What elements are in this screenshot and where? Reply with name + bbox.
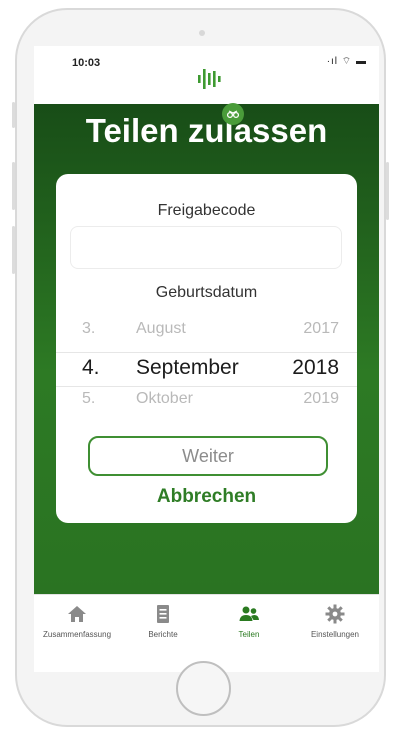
picker-month: Oktober bbox=[136, 390, 193, 407]
status-time: 10:03 bbox=[72, 57, 101, 69]
picker-row-previous[interactable]: 3. August 2017 bbox=[56, 320, 357, 348]
picker-month: August bbox=[136, 320, 186, 337]
content-area: Teilen zulassen Freigabecode Geburtsdatu… bbox=[34, 104, 379, 594]
page-title: Teilen zulassen bbox=[85, 112, 328, 149]
phone-volume-up-button bbox=[12, 162, 15, 210]
date-picker[interactable]: 3. August 2017 4. September 2018 5. Okto… bbox=[56, 310, 357, 410]
share-code-input[interactable] bbox=[70, 226, 342, 269]
share-code-label: Freigabecode bbox=[157, 202, 256, 219]
picker-row-next[interactable]: 5. Oktober 2019 bbox=[56, 390, 357, 418]
home-button[interactable] bbox=[176, 661, 231, 716]
picker-month: September bbox=[136, 356, 239, 379]
picker-selection-line-top bbox=[56, 352, 357, 353]
share-form-card: Freigabecode Geburtsdatum 3. August 2017… bbox=[56, 174, 357, 523]
phone-side-button bbox=[12, 102, 15, 128]
picker-day: 5. bbox=[82, 390, 96, 407]
next-button[interactable]: Weiter bbox=[88, 436, 328, 476]
tab-label: Berichte bbox=[148, 630, 178, 639]
phone-speaker bbox=[199, 30, 205, 36]
picker-row-selected[interactable]: 4. September 2018 bbox=[56, 356, 357, 384]
tab-summary[interactable]: Zusammenfassung bbox=[34, 603, 120, 639]
cancel-button[interactable]: Abbrechen bbox=[56, 486, 357, 508]
document-icon bbox=[157, 605, 169, 623]
tab-share[interactable]: Teilen bbox=[206, 603, 292, 639]
status-icons: ·ıl ⌔ ▬ bbox=[326, 56, 367, 67]
tab-label: Zusammenfassung bbox=[42, 630, 112, 639]
gear-icon bbox=[325, 604, 345, 624]
app-screen: 10:03 ·ıl ⌔ ▬ Teilen zulassen Freigabeco… bbox=[34, 46, 379, 672]
picker-year: 2017 bbox=[303, 320, 339, 337]
phone-power-button bbox=[386, 162, 389, 220]
picker-day: 4. bbox=[82, 356, 100, 379]
people-icon bbox=[239, 606, 259, 621]
tab-label: Teilen bbox=[238, 630, 260, 639]
phone-volume-down-button bbox=[12, 226, 15, 274]
status-bar: 10:03 ·ıl ⌔ ▬ bbox=[34, 46, 379, 106]
tab-settings[interactable]: Einstellungen bbox=[292, 603, 378, 639]
app-logo-icon bbox=[198, 69, 221, 89]
birthdate-label: Geburtsdatum bbox=[155, 284, 258, 301]
picker-selection-line-bottom bbox=[56, 386, 357, 387]
picker-day: 3. bbox=[82, 320, 96, 337]
picker-year: 2018 bbox=[292, 356, 339, 379]
share-badge-icon bbox=[222, 103, 244, 125]
home-icon bbox=[68, 606, 86, 622]
tab-label: Einstellungen bbox=[310, 630, 360, 639]
picker-year: 2019 bbox=[303, 390, 339, 407]
tab-reports[interactable]: Berichte bbox=[120, 603, 206, 639]
